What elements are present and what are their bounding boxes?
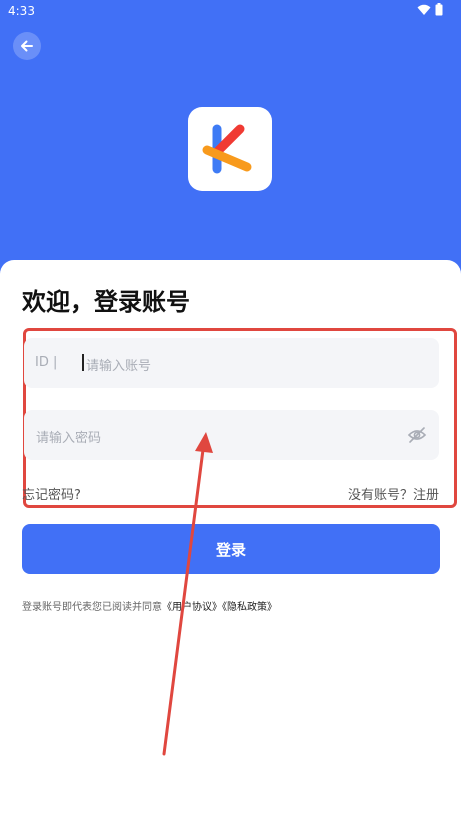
- account-prefix: ID |: [35, 355, 58, 370]
- text-caret: [82, 354, 84, 371]
- page-title: 欢迎，登录账号: [22, 288, 190, 316]
- agreement-text: 登录账号即代表您已阅读并同意《用户协议》《隐私政策》: [22, 598, 277, 613]
- password-placeholder: 请输入密码: [36, 431, 102, 446]
- back-button[interactable]: [13, 32, 41, 60]
- forgot-password-link[interactable]: 忘记密码?: [22, 484, 81, 503]
- agreement-prefix: 登录账号即代表您已阅读并同意: [22, 602, 162, 613]
- register-link[interactable]: 没有账号？注册: [348, 484, 439, 503]
- status-icons: [417, 3, 443, 16]
- status-time: 4:33: [8, 4, 35, 18]
- app-logo: [188, 107, 272, 191]
- password-input[interactable]: 请输入密码: [24, 410, 439, 460]
- account-input[interactable]: ID | 请输入账号: [24, 338, 439, 388]
- battery-icon: [435, 3, 443, 16]
- user-agreement-link[interactable]: 《用户协议》: [162, 602, 222, 613]
- privacy-policy-link[interactable]: 《隐私政策》: [222, 602, 277, 613]
- eye-off-icon[interactable]: [407, 426, 427, 444]
- wifi-icon: [417, 4, 431, 15]
- arrow-left-icon: [21, 40, 33, 52]
- account-placeholder: 请输入账号: [86, 359, 152, 374]
- login-button[interactable]: 登录: [22, 524, 440, 574]
- status-bar: 4:33: [0, 0, 461, 22]
- app-logo-icon: [202, 124, 252, 174]
